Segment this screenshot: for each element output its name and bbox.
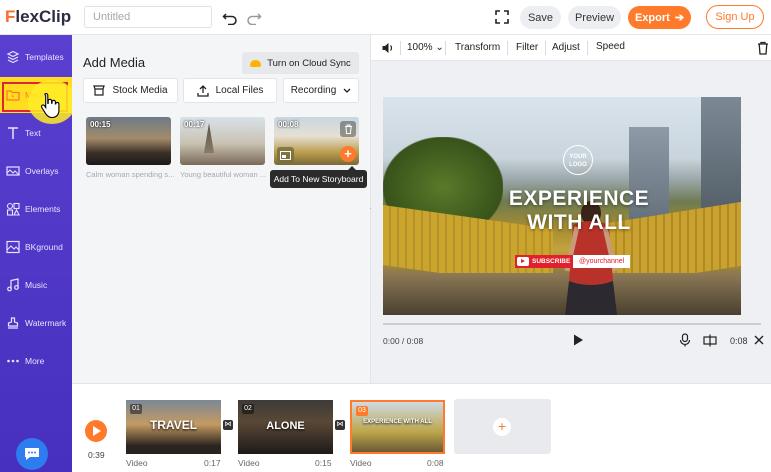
filter-button[interactable]: Filter xyxy=(516,42,538,53)
sidebar-item-elements[interactable]: Elements xyxy=(0,191,72,227)
current-time: 0:00 / 0:08 xyxy=(383,336,424,346)
panel-title: Add Media xyxy=(83,55,146,70)
split-icon[interactable] xyxy=(703,334,717,347)
clip-length: 0:15 xyxy=(315,458,332,468)
redo-icon[interactable] xyxy=(246,9,262,25)
watermark-icon xyxy=(7,317,19,329)
stock-store-icon xyxy=(93,85,106,96)
microphone-icon[interactable] xyxy=(679,333,691,347)
playback-progress-bar[interactable] xyxy=(383,323,761,325)
top-bar: FlexClip Save Preview Export➔ Sign Up xyxy=(0,0,771,35)
hand-pointer-icon xyxy=(40,92,60,118)
toolbar-divider xyxy=(507,41,508,55)
play-icon[interactable] xyxy=(571,333,585,347)
video-preview-canvas[interactable]: YOUR LOGO EXPERIENCE WITH ALL SUBSCRIBE @… xyxy=(383,97,741,315)
more-icon xyxy=(7,359,19,363)
toolbar-divider xyxy=(587,41,588,55)
speed-button[interactable]: Speed xyxy=(596,41,625,52)
toolbar-divider xyxy=(400,41,401,55)
volume-icon[interactable] xyxy=(381,41,395,55)
sidebar-item-bkground[interactable]: BKground xyxy=(0,229,72,265)
sidebar-item-watermark[interactable]: Watermark xyxy=(0,305,72,341)
add-media-plus-icon[interactable]: + xyxy=(340,146,356,162)
sidebar-item-templates[interactable]: Templates xyxy=(0,39,72,75)
toolbar-divider xyxy=(545,41,546,55)
timeline: 0:39 01 TRAVEL ⋈ 02 ALONE ⋈ 03 EXPERIENC… xyxy=(72,383,771,472)
cloud-sync-icon xyxy=(250,59,262,67)
editor-area: 100% ⌄ Transform Filter Adjust Speed YOU… xyxy=(371,35,771,383)
adjust-button[interactable]: Adjust xyxy=(552,42,580,53)
arrow-right-icon: ➔ xyxy=(674,12,685,24)
project-title-input[interactable] xyxy=(84,6,212,28)
clip-length: 0:08 xyxy=(427,458,444,468)
add-to-storyboard-icon[interactable] xyxy=(277,147,294,163)
sidebar-item-overlays[interactable]: Overlays xyxy=(0,153,72,189)
clip-type: Video xyxy=(238,458,260,468)
media-caption: Young beautiful woman ... xyxy=(180,170,267,179)
clip-duration: 0:08 xyxy=(730,336,748,346)
chevron-down-icon xyxy=(343,88,351,93)
clip-type: Video xyxy=(350,458,372,468)
tab-recording-dropdown[interactable]: Recording xyxy=(283,78,359,103)
tab-stock-media[interactable]: Stock Media xyxy=(83,78,178,103)
clip-type: Video xyxy=(126,458,148,468)
tab-local-files[interactable]: Local Files xyxy=(183,78,277,103)
flexclip-logo[interactable]: FlexClip xyxy=(5,7,71,27)
overlays-icon xyxy=(6,166,20,176)
media-caption: Calm woman spending s... xyxy=(86,170,174,179)
cloud-sync-button[interactable]: Turn on Cloud Sync xyxy=(242,52,359,74)
delete-icon[interactable] xyxy=(340,121,356,137)
storyboard-clip[interactable]: 02 ALONE xyxy=(238,400,333,454)
music-icon xyxy=(7,278,19,292)
clip-length: 0:17 xyxy=(204,458,221,468)
channel-handle[interactable]: @yourchannel xyxy=(573,255,631,268)
subscribe-badge[interactable]: SUBSCRIBE xyxy=(515,255,575,268)
zoom-dropdown[interactable]: 100% ⌄ xyxy=(407,42,444,53)
elements-icon xyxy=(6,202,20,216)
media-thumb[interactable]: 00:17 xyxy=(180,117,265,165)
text-icon xyxy=(8,127,18,139)
signup-button[interactable]: Sign Up xyxy=(706,5,764,29)
media-thumb[interactable]: 00:15 xyxy=(86,117,171,165)
add-clip-plus-icon[interactable]: + xyxy=(493,418,511,436)
headline-text-1[interactable]: EXPERIENCE xyxy=(383,187,741,211)
toolbar-divider xyxy=(445,41,446,55)
undo-icon[interactable] xyxy=(222,9,238,25)
youtube-icon xyxy=(517,257,529,266)
tooltip-add-storyboard: Add To New Storyboard xyxy=(270,166,367,188)
close-icon[interactable] xyxy=(753,334,765,346)
total-duration: 0:39 xyxy=(88,450,105,460)
your-logo-badge: YOUR LOGO xyxy=(563,145,593,175)
background-icon xyxy=(6,240,20,254)
transform-button[interactable]: Transform xyxy=(455,42,500,53)
delete-clip-icon[interactable] xyxy=(757,41,769,55)
save-button[interactable]: Save xyxy=(520,6,561,29)
transition-icon[interactable]: ⋈ xyxy=(335,420,345,430)
export-button[interactable]: Export ➔ xyxy=(628,6,691,29)
sidebar-item-music[interactable]: Music xyxy=(0,267,72,303)
editor-toolbar: 100% ⌄ Transform Filter Adjust Speed xyxy=(371,35,771,61)
upload-icon xyxy=(196,84,209,97)
timeline-play-button[interactable] xyxy=(85,420,107,442)
chat-support-button[interactable] xyxy=(16,438,48,470)
fullscreen-icon[interactable] xyxy=(494,9,510,25)
chat-icon xyxy=(25,448,39,460)
storyboard-clip-selected[interactable]: 03 EXPERIENCE WITH ALL xyxy=(350,400,445,454)
templates-icon xyxy=(6,50,20,64)
sidebar-item-more[interactable]: More xyxy=(0,343,72,379)
preview-button[interactable]: Preview xyxy=(568,6,621,29)
transition-icon[interactable]: ⋈ xyxy=(223,420,233,430)
storyboard-clip[interactable]: 01 TRAVEL xyxy=(126,400,221,454)
add-clip-slot[interactable]: + xyxy=(454,399,551,454)
headline-text-2[interactable]: WITH ALL xyxy=(383,211,741,235)
media-panel: Add Media Turn on Cloud Sync Stock Media… xyxy=(72,35,373,383)
